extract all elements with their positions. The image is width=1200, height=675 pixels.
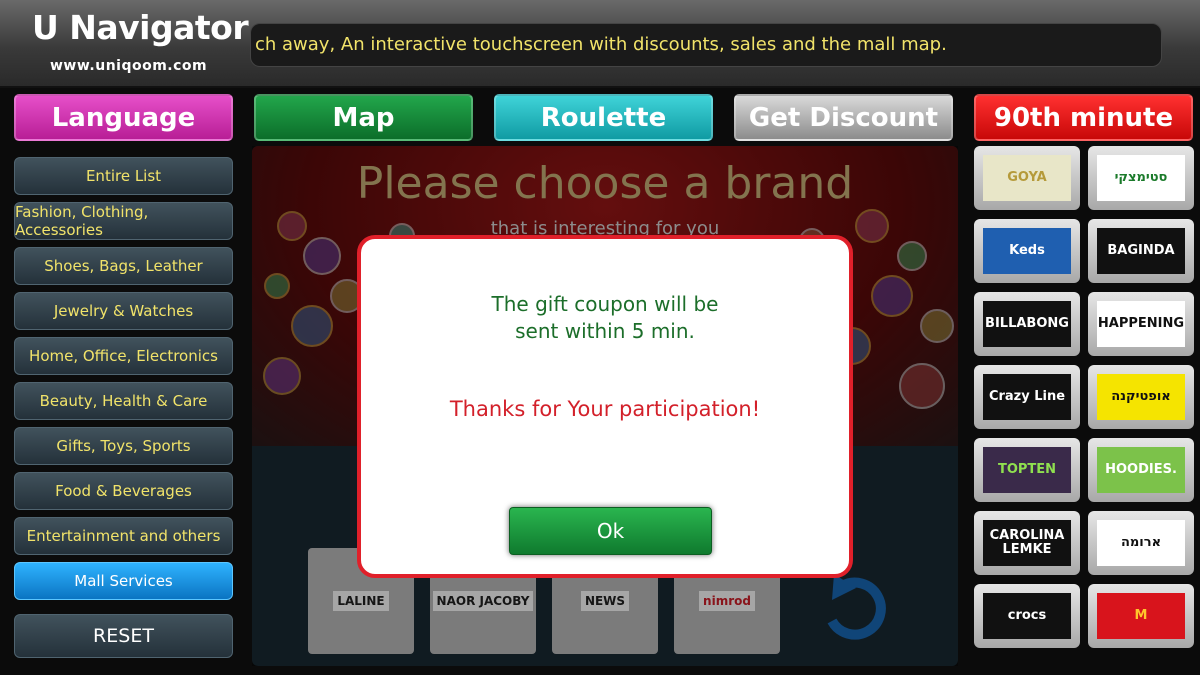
brand-logo: BILLABONG [983, 301, 1071, 347]
brand-logo: M [1097, 593, 1185, 639]
brand-tile-right[interactable]: אופטיקנה [1088, 365, 1194, 429]
sidebar-item-entertainment[interactable]: Entertainment and others [14, 517, 233, 555]
news-ticker: ch away, An interactive touchscreen with… [250, 23, 1162, 67]
header-bar: U Navigator www.uniqoom.com ch away, An … [0, 0, 1200, 88]
brand-tile-right[interactable]: ארומה [1088, 511, 1194, 575]
sidebar-item-entire-list[interactable]: Entire List [14, 157, 233, 195]
thanks-message: Thanks for Your participation! [449, 397, 761, 421]
brand-logo: TOPTEN [983, 447, 1071, 493]
map-button[interactable]: Map [254, 94, 473, 141]
language-button[interactable]: Language [14, 94, 233, 141]
brand-tile-right[interactable]: BILLABONG [974, 292, 1080, 356]
reset-button[interactable]: RESET [14, 614, 233, 658]
brand-logo: אופטיקנה [1097, 374, 1185, 420]
brand-logo: HAPPENING [1097, 301, 1185, 347]
brand-tile-right[interactable]: M [1088, 584, 1194, 648]
brand-tile-right[interactable]: BAGINDA [1088, 219, 1194, 283]
sidebar-item-gifts[interactable]: Gifts, Toys, Sports [14, 427, 233, 465]
brand-tile-right[interactable]: TOPTEN [974, 438, 1080, 502]
sidebar-item-beauty[interactable]: Beauty, Health & Care [14, 382, 233, 420]
brand-tile-right[interactable]: HAPPENING [1088, 292, 1194, 356]
roulette-button[interactable]: Roulette [494, 94, 713, 141]
sidebar-item-shoes[interactable]: Shoes, Bags, Leather [14, 247, 233, 285]
brand-tile-right[interactable]: CAROLINA LEMKE [974, 511, 1080, 575]
brand-logo: crocs [983, 593, 1071, 639]
coupon-message-line1: The gift coupon will be [491, 292, 719, 316]
get-discount-button[interactable]: Get Discount [734, 94, 953, 141]
sidebar-item-mall-services[interactable]: Mall Services [14, 562, 233, 600]
ticker-text: ch away, An interactive touchscreen with… [255, 34, 947, 55]
app-title: U Navigator [32, 8, 249, 47]
brand-logo: CAROLINA LEMKE [983, 520, 1071, 566]
brand-logo: HOODIES. [1097, 447, 1185, 493]
brand-tile-right[interactable]: GOYA [974, 146, 1080, 210]
brand-logo: Crazy Line [983, 374, 1071, 420]
coupon-message-line2: sent within 5 min. [515, 319, 695, 343]
sidebar-item-fashion[interactable]: Fashion, Clothing, Accessories [14, 202, 233, 240]
coupon-dialog: The gift coupon will be sent within 5 mi… [357, 235, 853, 578]
brand-logo: ארומה [1097, 520, 1185, 566]
brand-logo: Keds [983, 228, 1071, 274]
brand-tile-right[interactable]: HOODIES. [1088, 438, 1194, 502]
brand-tile-right[interactable]: crocs [974, 584, 1080, 648]
brand-tile-right[interactable]: סטימצקי [1088, 146, 1194, 210]
brand-tile-right[interactable]: Keds [974, 219, 1080, 283]
sidebar-item-food[interactable]: Food & Beverages [14, 472, 233, 510]
coupon-message: The gift coupon will be sent within 5 mi… [361, 291, 849, 345]
brand-logo: GOYA [983, 155, 1071, 201]
app-url: www.uniqoom.com [50, 58, 208, 74]
sidebar-item-jewelry[interactable]: Jewelry & Watches [14, 292, 233, 330]
ninetieth-minute-button[interactable]: 90th minute [974, 94, 1193, 141]
sidebar-item-home-office[interactable]: Home, Office, Electronics [14, 337, 233, 375]
brand-tile-right[interactable]: Crazy Line [974, 365, 1080, 429]
ok-button[interactable]: Ok [509, 507, 712, 555]
brand-logo: סטימצקי [1097, 155, 1185, 201]
brand-logo: BAGINDA [1097, 228, 1185, 274]
